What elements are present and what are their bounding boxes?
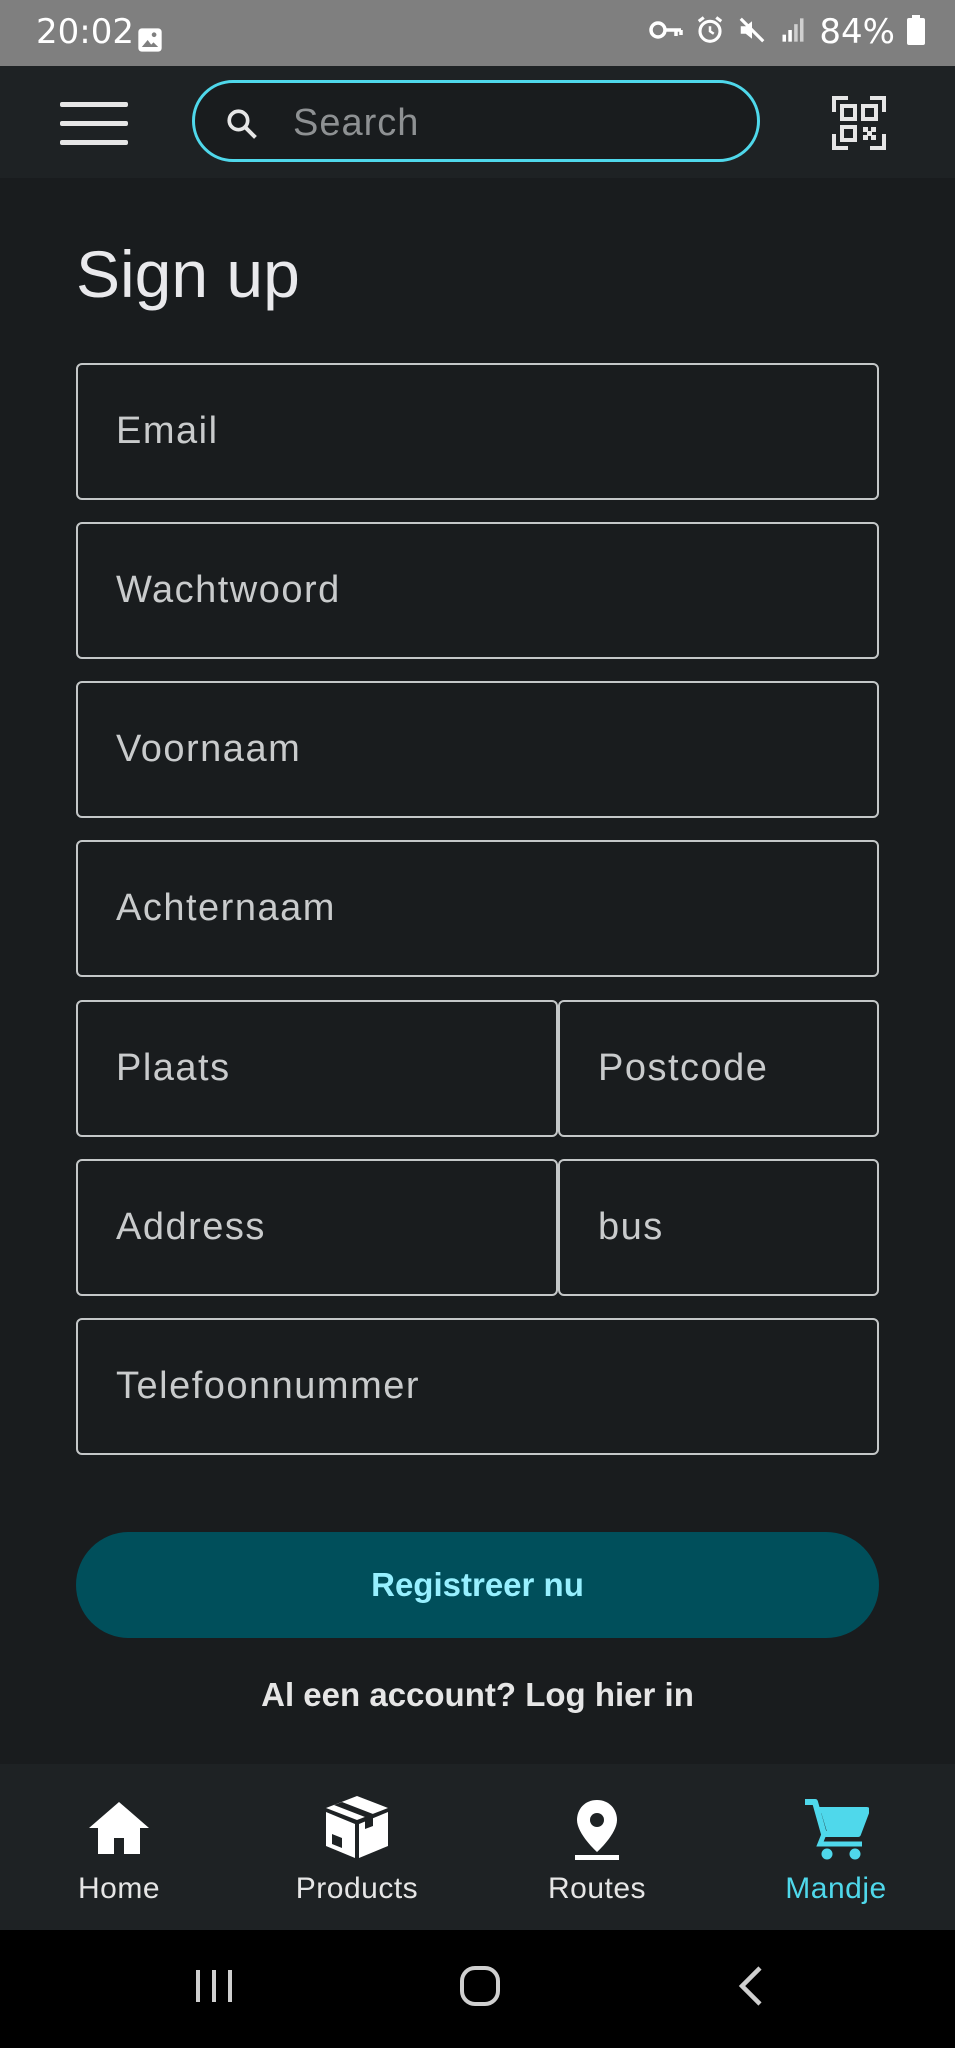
first-name-input[interactable] [78,683,877,816]
bus-input[interactable] [560,1161,877,1294]
bottom-navigation: Home Products Routes Mandje [0,1764,955,1930]
nav-label-routes: Routes [547,1872,647,1905]
menu-icon[interactable] [60,100,128,148]
recent-apps-icon[interactable] [192,1964,236,2013]
battery-icon [907,15,925,49]
nav-item-home[interactable]: Home [0,1764,238,1930]
last-name-input[interactable] [78,842,877,975]
password-input[interactable] [78,524,877,657]
page-title: Sign up [76,237,300,311]
email-input[interactable] [78,365,877,498]
search-bar[interactable] [192,80,760,162]
nav-item-routes[interactable]: Routes [478,1764,716,1930]
search-input[interactable] [291,97,735,149]
login-link[interactable]: Al een account? Log hier in [0,1676,955,1714]
system-navigation-bar [0,1930,955,2048]
battery-percent: 84% [819,12,895,52]
phone-input[interactable] [78,1320,877,1453]
postcode-field[interactable] [558,1000,879,1137]
status-time: 20:02 [36,12,134,52]
back-icon[interactable] [730,1964,774,2013]
vpn-key-icon [649,19,684,45]
email-field[interactable] [76,363,879,500]
address-input[interactable] [78,1161,556,1294]
nav-label-mandje: Mandje [785,1872,887,1905]
postcode-input[interactable] [560,1002,877,1135]
password-field[interactable] [76,522,879,659]
signal-icon [779,16,807,48]
status-icons: 84% [649,10,925,54]
gallery-icon [136,26,164,58]
cart-icon [803,1798,870,1865]
register-button[interactable]: Registreer nu [76,1532,879,1638]
phone-field[interactable] [76,1318,879,1455]
top-app-bar [0,66,955,178]
search-icon [225,107,259,146]
status-bar: 20:02 84% [0,0,955,66]
nav-item-products[interactable]: Products [238,1764,476,1930]
nav-label-home: Home [77,1872,161,1905]
mute-icon [737,15,767,49]
home-circle-icon[interactable] [458,1964,502,2013]
address-field[interactable] [76,1159,558,1296]
screen: 20:02 84% Search Sign up Email Voornaam … [0,0,955,2048]
qr-code-icon[interactable] [832,96,886,150]
home-icon [87,1800,151,1861]
bus-field[interactable] [558,1159,879,1296]
city-field[interactable] [76,1000,558,1137]
alarm-icon [695,15,725,49]
last-name-field[interactable] [76,840,879,977]
package-icon [322,1794,392,1865]
nav-label-products: Products [295,1872,419,1905]
nav-item-mandje[interactable]: Mandje [717,1764,955,1930]
city-input[interactable] [78,1002,556,1135]
location-pin-icon [573,1798,621,1865]
first-name-field[interactable] [76,681,879,818]
